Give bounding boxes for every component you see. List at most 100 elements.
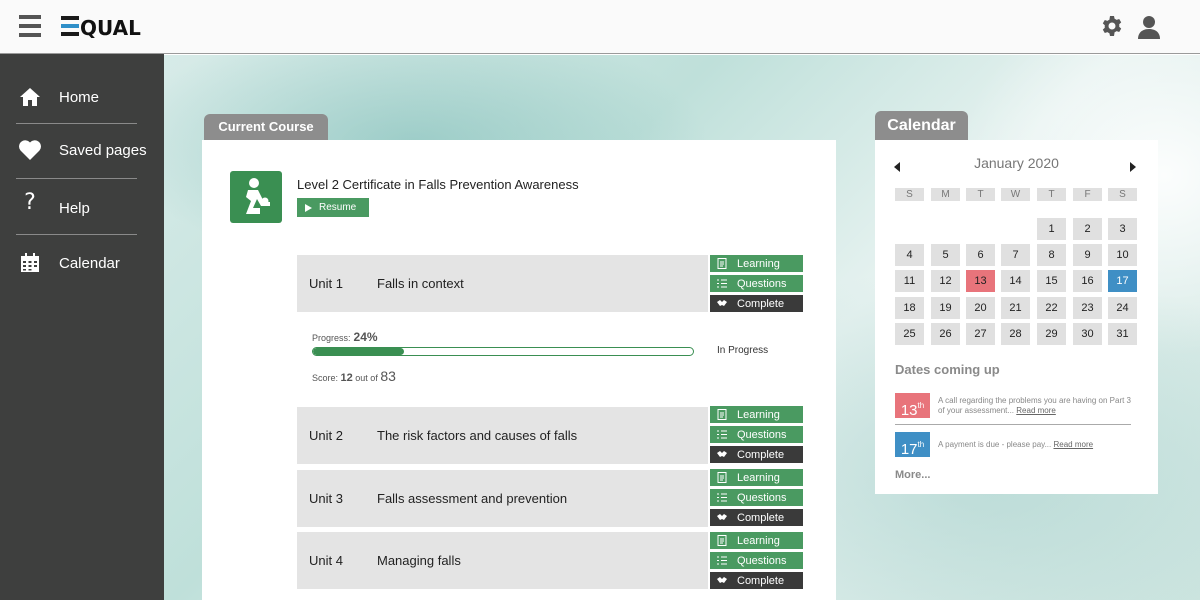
unit-name: Falls in context <box>377 276 464 291</box>
questions-button[interactable]: Questions <box>710 552 803 569</box>
calendar-day[interactable]: 26 <box>931 323 960 345</box>
document-icon <box>717 535 727 546</box>
learning-button[interactable]: Learning <box>710 406 803 423</box>
score-line: Score: 12 out of 83 <box>312 368 396 384</box>
sidebar-item-help[interactable]: ? Help <box>16 180 137 236</box>
unit-number: Unit 1 <box>309 276 343 291</box>
complete-button[interactable]: Complete <box>710 509 803 526</box>
svg-text:QUAL: QUAL <box>80 16 141 38</box>
calendar-month: January 2020 <box>974 155 1059 171</box>
calendar-day[interactable]: 31 <box>1108 323 1137 345</box>
weekday-label: T <box>1037 188 1066 201</box>
calendar-day[interactable]: 12 <box>931 270 960 292</box>
unit-name: The risk factors and causes of falls <box>377 428 578 443</box>
resume-button[interactable]: Resume <box>297 198 369 217</box>
questions-button[interactable]: Questions <box>710 489 803 506</box>
read-more-link[interactable]: Read more <box>1016 406 1056 415</box>
calendar-day[interactable]: 27 <box>966 323 995 345</box>
calendar-day[interactable]: 1 <box>1037 218 1066 240</box>
sidebar-item-calendar[interactable]: Calendar <box>16 235 137 291</box>
progress-label: Progress: 24% <box>312 330 378 344</box>
learning-button[interactable]: Learning <box>710 532 803 549</box>
progress-bar <box>312 347 694 356</box>
checklist-icon <box>717 279 727 288</box>
calendar-day[interactable]: 3 <box>1108 218 1137 240</box>
course-title: Level 2 Certificate in Falls Prevention … <box>297 177 579 192</box>
calendar-day[interactable]: 4 <box>895 244 924 266</box>
home-icon <box>18 85 42 109</box>
handshake-icon <box>717 514 727 520</box>
progress-value: 24% <box>353 330 378 344</box>
user-icon[interactable] <box>1136 14 1162 40</box>
calendar-day[interactable]: 15 <box>1037 270 1066 292</box>
equal-logo[interactable]: QUAL <box>61 14 151 38</box>
calendar-day[interactable]: 24 <box>1108 297 1137 319</box>
calendar-day[interactable]: 8 <box>1037 244 1066 266</box>
event-text: A payment is due - please pay... Read mo… <box>938 440 1094 449</box>
calendar-day[interactable]: 23 <box>1073 297 1102 319</box>
calendar-day[interactable]: 22 <box>1037 297 1066 319</box>
calendar-day[interactable]: 30 <box>1073 323 1102 345</box>
calendar-day[interactable]: 10 <box>1108 244 1137 266</box>
calendar-day[interactable]: 13 <box>966 270 995 292</box>
calendar-day[interactable]: 2 <box>1073 218 1102 240</box>
gear-icon[interactable] <box>1100 14 1124 38</box>
questions-button[interactable]: Questions <box>710 275 803 292</box>
top-bar: QUAL <box>0 0 1200 54</box>
complete-button[interactable]: Complete <box>710 572 803 589</box>
calendar-day[interactable]: 6 <box>966 244 995 266</box>
read-more-link[interactable]: Read more <box>1053 440 1093 449</box>
calendar-day[interactable]: 16 <box>1073 270 1102 292</box>
resume-label: Resume <box>319 202 357 213</box>
unit-row-1[interactable]: Unit 1 Falls in context <box>297 255 708 312</box>
unit-number: Unit 2 <box>309 428 343 443</box>
questions-button[interactable]: Questions <box>710 426 803 443</box>
complete-button[interactable]: Complete <box>710 446 803 463</box>
calendar-day[interactable]: 19 <box>931 297 960 319</box>
handshake-icon <box>717 300 727 306</box>
sidebar-item-label: Saved pages <box>59 141 147 159</box>
weekday-label: M <box>931 188 960 201</box>
more-link[interactable]: More... <box>895 469 930 481</box>
sidebar-item-home[interactable]: Home <box>16 69 137 125</box>
current-course-tab: Current Course <box>204 114 328 140</box>
progress-status: In Progress <box>717 345 769 356</box>
document-icon <box>717 258 727 269</box>
unit-name: Managing falls <box>377 553 461 568</box>
unit-row-2[interactable]: Unit 2 The risk factors and causes of fa… <box>297 407 708 464</box>
calendar-day[interactable]: 18 <box>895 297 924 319</box>
calendar-day[interactable]: 14 <box>1001 270 1030 292</box>
sidebar-item-label: Home <box>59 88 100 106</box>
hamburger-menu-icon[interactable] <box>19 15 41 37</box>
event-date-badge: 17th <box>895 432 930 458</box>
checklist-icon <box>717 493 727 502</box>
weekday-label: W <box>1001 188 1030 201</box>
course-icon <box>230 171 282 223</box>
calendar-day[interactable]: 7 <box>1001 244 1030 266</box>
unit-row-4[interactable]: Unit 4 Managing falls <box>297 532 708 589</box>
calendar-day[interactable]: 29 <box>1037 323 1066 345</box>
question-icon: ? <box>24 189 36 215</box>
complete-button[interactable]: Complete <box>710 295 803 312</box>
calendar-day[interactable]: 17 <box>1108 270 1137 292</box>
calendar-day[interactable]: 9 <box>1073 244 1102 266</box>
calendar-tab: Calendar <box>875 111 968 140</box>
calendar-day[interactable]: 25 <box>895 323 924 345</box>
heart-icon <box>18 138 42 162</box>
play-icon <box>305 203 312 212</box>
learning-button[interactable]: Learning <box>710 255 803 272</box>
unit-name: Falls assessment and prevention <box>377 491 568 506</box>
document-icon <box>717 409 727 420</box>
unit-row-3[interactable]: Unit 3 Falls assessment and prevention <box>297 470 708 527</box>
calendar-day[interactable]: 20 <box>966 297 995 319</box>
calendar-day[interactable]: 28 <box>1001 323 1030 345</box>
weekday-label: S <box>1108 188 1137 201</box>
next-month-arrow-icon[interactable] <box>1130 162 1136 172</box>
calendar-day[interactable]: 11 <box>895 270 924 292</box>
calendar-day[interactable]: 21 <box>1001 297 1030 319</box>
sidebar-item-saved-pages[interactable]: Saved pages <box>16 122 147 178</box>
sidebar-item-label: Calendar <box>59 254 120 272</box>
learning-button[interactable]: Learning <box>710 469 803 486</box>
progress-bar-fill <box>313 348 405 355</box>
calendar-day[interactable]: 5 <box>931 244 960 266</box>
